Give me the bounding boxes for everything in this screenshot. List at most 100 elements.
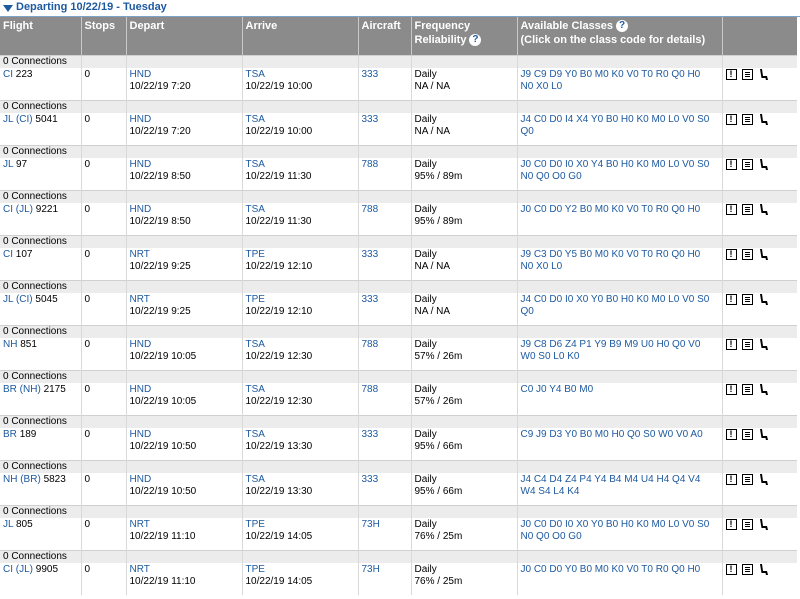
aircraft-link[interactable]: 73H: [362, 564, 380, 575]
carrier-link[interactable]: NH (BR): [3, 474, 41, 485]
details-icon[interactable]: [741, 249, 753, 260]
details-icon[interactable]: [741, 204, 753, 215]
depart-airport-link[interactable]: HND: [130, 384, 152, 395]
depart-airport-link[interactable]: HND: [130, 159, 152, 170]
alert-icon[interactable]: !: [725, 384, 737, 395]
arrive-airport-link[interactable]: TSA: [246, 114, 265, 125]
details-icon[interactable]: [741, 429, 753, 440]
aircraft-link[interactable]: 788: [362, 204, 379, 215]
aircraft-link[interactable]: 333: [362, 249, 379, 260]
alert-icon[interactable]: !: [725, 564, 737, 575]
depart-airport-link[interactable]: HND: [130, 204, 152, 215]
seat-icon[interactable]: [758, 114, 769, 125]
aircraft-link[interactable]: 333: [362, 429, 379, 440]
carrier-link[interactable]: JL: [3, 159, 13, 170]
details-icon[interactable]: [741, 474, 753, 485]
depart-airport-link[interactable]: NRT: [130, 564, 150, 575]
class-codes[interactable]: N0 Q0 O0 G0: [521, 171, 582, 182]
class-codes[interactable]: J4 C0 D0 I4 X4 Y0 B0 H0 K0 M0 L0 V0 S0: [521, 114, 710, 125]
class-codes[interactable]: Q0: [521, 126, 534, 137]
carrier-link[interactable]: JL: [3, 519, 13, 530]
arrive-airport-link[interactable]: TPE: [246, 294, 265, 305]
seat-icon[interactable]: [758, 564, 769, 575]
help-icon[interactable]: ?: [616, 20, 629, 33]
details-icon[interactable]: [741, 384, 753, 395]
class-codes[interactable]: N0 X0 L0: [521, 81, 563, 92]
class-codes[interactable]: C0 J0 Y4 B0 M0: [521, 384, 594, 395]
aircraft-link[interactable]: 333: [362, 69, 379, 80]
depart-airport-link[interactable]: NRT: [130, 519, 150, 530]
details-icon[interactable]: [741, 159, 753, 170]
details-icon[interactable]: [741, 339, 753, 350]
carrier-link[interactable]: CI (JL): [3, 564, 33, 575]
aircraft-link[interactable]: 788: [362, 159, 379, 170]
depart-airport-link[interactable]: HND: [130, 474, 152, 485]
carrier-link[interactable]: BR: [3, 429, 17, 440]
aircraft-link[interactable]: 73H: [362, 519, 380, 530]
carrier-link[interactable]: NH: [3, 339, 17, 350]
class-codes[interactable]: J0 C0 D0 I0 X0 Y4 B0 H0 K0 M0 L0 V0 S0: [521, 159, 710, 170]
help-icon[interactable]: ?: [469, 34, 482, 47]
alert-icon[interactable]: !: [725, 69, 737, 80]
alert-icon[interactable]: !: [725, 159, 737, 170]
depart-airport-link[interactable]: NRT: [130, 249, 150, 260]
carrier-link[interactable]: CI (JL): [3, 204, 33, 215]
class-codes[interactable]: N0 X0 L0: [521, 261, 563, 272]
carrier-link[interactable]: JL (CI): [3, 114, 33, 125]
class-codes[interactable]: J9 C8 D6 Z4 P1 Y9 B9 M9 U0 H0 Q0 V0: [521, 339, 701, 350]
seat-icon[interactable]: [758, 474, 769, 485]
alert-icon[interactable]: !: [725, 519, 737, 530]
class-codes[interactable]: J0 C0 D0 Y2 B0 M0 K0 V0 T0 R0 Q0 H0: [521, 204, 701, 215]
carrier-link[interactable]: CI: [3, 249, 13, 260]
alert-icon[interactable]: !: [725, 429, 737, 440]
collapse-triangle-icon[interactable]: [3, 5, 13, 12]
details-icon[interactable]: [741, 519, 753, 530]
class-codes[interactable]: N0 Q0 O0 G0: [521, 531, 582, 542]
alert-icon[interactable]: !: [725, 204, 737, 215]
alert-icon[interactable]: !: [725, 474, 737, 485]
carrier-link[interactable]: JL (CI): [3, 294, 33, 305]
seat-icon[interactable]: [758, 249, 769, 260]
arrive-airport-link[interactable]: TSA: [246, 474, 265, 485]
details-icon[interactable]: [741, 114, 753, 125]
arrive-airport-link[interactable]: TPE: [246, 249, 265, 260]
aircraft-link[interactable]: 333: [362, 114, 379, 125]
aircraft-link[interactable]: 333: [362, 294, 379, 305]
details-icon[interactable]: [741, 294, 753, 305]
seat-icon[interactable]: [758, 519, 769, 530]
depart-airport-link[interactable]: NRT: [130, 294, 150, 305]
class-codes[interactable]: J4 C0 D0 I0 X0 Y0 B0 H0 K0 M0 L0 V0 S0: [521, 294, 710, 305]
seat-icon[interactable]: [758, 159, 769, 170]
aircraft-link[interactable]: 333: [362, 474, 379, 485]
arrive-airport-link[interactable]: TSA: [246, 204, 265, 215]
depart-airport-link[interactable]: HND: [130, 114, 152, 125]
class-codes[interactable]: J9 C9 D9 Y0 B0 M0 K0 V0 T0 R0 Q0 H0: [521, 69, 701, 80]
alert-icon[interactable]: !: [725, 294, 737, 305]
class-codes[interactable]: J9 C3 D0 Y5 B0 M0 K0 V0 T0 R0 Q0 H0: [521, 249, 701, 260]
alert-icon[interactable]: !: [725, 114, 737, 125]
carrier-link[interactable]: BR (NH): [3, 384, 41, 395]
arrive-airport-link[interactable]: TPE: [246, 519, 265, 530]
class-codes[interactable]: J0 C0 D0 I0 X0 Y0 B0 H0 K0 M0 L0 V0 S0: [521, 519, 710, 530]
alert-icon[interactable]: !: [725, 249, 737, 260]
seat-icon[interactable]: [758, 339, 769, 350]
aircraft-link[interactable]: 788: [362, 384, 379, 395]
class-codes[interactable]: W4 S4 L4 K4: [521, 486, 580, 497]
seat-icon[interactable]: [758, 69, 769, 80]
carrier-link[interactable]: CI: [3, 69, 13, 80]
details-icon[interactable]: [741, 564, 753, 575]
class-codes[interactable]: W0 S0 L0 K0: [521, 351, 580, 362]
alert-icon[interactable]: !: [725, 339, 737, 350]
class-codes[interactable]: Q0: [521, 306, 534, 317]
arrive-airport-link[interactable]: TSA: [246, 159, 265, 170]
departure-header[interactable]: Departing 10/22/19 - Tuesday: [0, 0, 800, 17]
depart-airport-link[interactable]: HND: [130, 429, 152, 440]
seat-icon[interactable]: [758, 429, 769, 440]
arrive-airport-link[interactable]: TSA: [246, 384, 265, 395]
depart-airport-link[interactable]: HND: [130, 69, 152, 80]
class-codes[interactable]: J0 C0 D0 Y0 B0 M0 K0 V0 T0 R0 Q0 H0: [521, 564, 701, 575]
seat-icon[interactable]: [758, 384, 769, 395]
class-codes[interactable]: J4 C4 D4 Z4 P4 Y4 B4 M4 U4 H4 Q4 V4: [521, 474, 701, 485]
seat-icon[interactable]: [758, 294, 769, 305]
arrive-airport-link[interactable]: TSA: [246, 339, 265, 350]
